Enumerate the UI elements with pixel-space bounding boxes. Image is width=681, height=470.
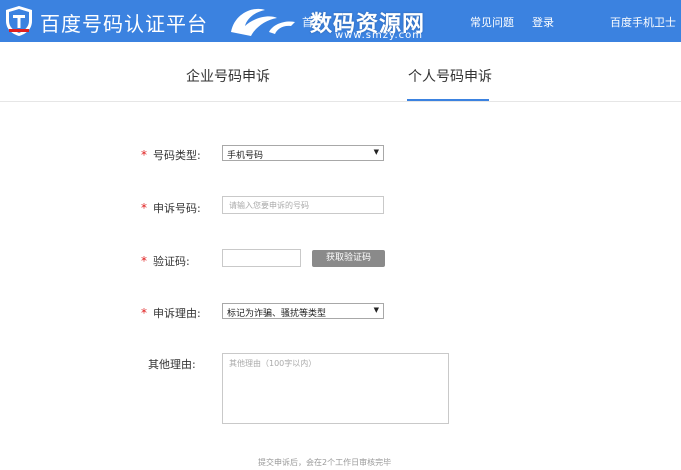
watermark-logo-icon — [231, 8, 295, 36]
other-reason-label: 其他理由: — [148, 358, 196, 371]
number-type-value: 手机号码 — [227, 151, 264, 161]
required-mark: * — [141, 148, 147, 162]
code-label: 验证码: — [153, 255, 190, 268]
active-tab-indicator — [407, 99, 489, 101]
appeal-reason-select[interactable]: 标记为诈骗、骚扰等类型 ▼ — [222, 303, 384, 319]
watermark-url: www.smzy.com — [335, 30, 424, 41]
verification-code-input[interactable] — [222, 249, 301, 267]
number-type-select[interactable]: 手机号码 ▼ — [222, 145, 384, 161]
nav-item-mobile-guard[interactable]: 百度手机卫士 — [610, 14, 676, 30]
number-label: 申诉号码: — [153, 202, 201, 215]
chevron-down-icon: ▼ — [373, 306, 379, 314]
code-label-row: * 验证码: — [141, 253, 190, 269]
required-mark: * — [141, 201, 147, 215]
nav-item-faq[interactable]: 常见问题 — [470, 14, 514, 30]
shield-logo-icon[interactable] — [0, 0, 38, 42]
type-label: 号码类型: — [153, 149, 201, 162]
chevron-down-icon: ▼ — [373, 148, 379, 156]
required-mark: * — [141, 254, 147, 268]
submit-note: 提交申诉后，会在2个工作日审核完毕 — [258, 458, 392, 467]
type-label-row: * 号码类型: — [141, 147, 201, 163]
watermark: 数码资源网 www.smzy.com — [225, 2, 465, 42]
nav-item-login[interactable]: 登录 — [532, 14, 554, 30]
tab-personal-appeal[interactable]: 个人号码申诉 — [408, 66, 492, 86]
reason-label: 申诉理由: — [153, 307, 201, 320]
other-reason-textarea[interactable]: 其他理由（100字以内） — [222, 353, 449, 424]
site-title[interactable]: 百度号码认证平台 — [40, 8, 208, 37]
reason-label-row: * 申诉理由: — [141, 305, 201, 321]
tab-enterprise-appeal[interactable]: 企业号码申诉 — [186, 66, 270, 86]
number-label-row: * 申诉号码: — [141, 200, 201, 216]
appeal-reason-value: 标记为诈骗、骚扰等类型 — [227, 309, 327, 319]
appeal-number-input[interactable]: 请输入您要申诉的号码 — [222, 196, 384, 214]
required-mark: * — [141, 306, 147, 320]
top-header-bar: 百度号码认证平台 数码资源网 www.smzy.com 首 常见问题 登录 百度… — [0, 0, 681, 42]
nav-item-home-partial[interactable]: 首 — [302, 14, 313, 30]
get-code-button[interactable]: 获取验证码 — [312, 250, 385, 267]
tab-bar: 企业号码申诉 个人号码申诉 — [0, 42, 681, 102]
